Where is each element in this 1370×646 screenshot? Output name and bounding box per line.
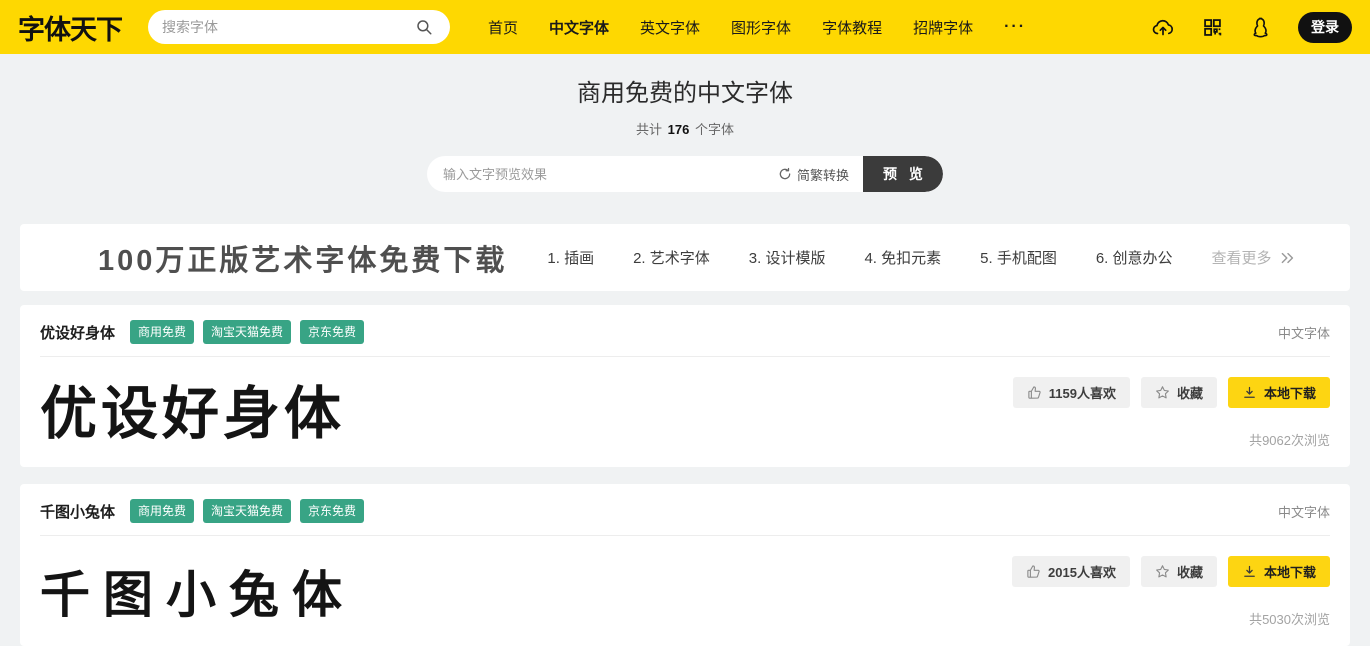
text-preview-bar: 简繁转换 预 览: [427, 156, 943, 192]
font-card-body: 优设好身体 1159人喜欢 收: [40, 357, 1330, 449]
action-buttons: 2015人喜欢 收藏 本地下载: [1012, 556, 1330, 587]
font-count: 176: [666, 122, 692, 137]
nav-item-signboard-fonts[interactable]: 招牌字体: [913, 17, 973, 38]
hero-section: 商用免费的中文字体 共计 176 个字体 简繁转换 预 览: [0, 54, 1370, 224]
see-more-label: 查看更多: [1212, 247, 1272, 268]
view-count: 共9062次浏览: [1249, 430, 1330, 449]
favorite-label: 收藏: [1177, 383, 1203, 402]
nav-more-ellipsis-icon[interactable]: ···: [1004, 18, 1026, 36]
tag-taobao-tmall-free: 淘宝天猫免费: [203, 320, 291, 344]
license-tags: 商用免费 淘宝天猫免费 京东免费: [130, 320, 364, 344]
cloud-upload-icon[interactable]: [1151, 15, 1175, 39]
count-suffix: 个字体: [695, 122, 734, 137]
banner-link-design-templates[interactable]: 3. 设计模版: [749, 247, 826, 268]
qr-code-icon[interactable]: [1200, 15, 1224, 39]
main-nav: 首页 中文字体 英文字体 图形字体 字体教程 招牌字体 ···: [488, 17, 1026, 38]
font-name[interactable]: 千图小兔体: [40, 501, 115, 522]
banner-link-art-fonts[interactable]: 2. 艺术字体: [633, 247, 710, 268]
font-category-link[interactable]: 中文字体: [1278, 323, 1330, 342]
font-card-body: 千图小兔体 2015人喜欢 收: [40, 536, 1330, 628]
like-button[interactable]: 2015人喜欢: [1012, 556, 1130, 587]
font-name[interactable]: 优设好身体: [40, 322, 115, 343]
nav-item-graphic-fonts[interactable]: 图形字体: [731, 17, 791, 38]
promo-banner: 100万正版艺术字体免费下载 1. 插画 2. 艺术字体 3. 设计模版 4. …: [20, 224, 1350, 291]
page-title: 商用免费的中文字体: [0, 73, 1370, 108]
simplified-traditional-toggle[interactable]: 简繁转换: [778, 165, 863, 184]
banner-link-mobile-images[interactable]: 5. 手机配图: [980, 247, 1057, 268]
favorite-label: 收藏: [1177, 562, 1203, 581]
see-more-link[interactable]: 查看更多: [1212, 247, 1296, 268]
star-icon: [1155, 564, 1170, 579]
font-card: 优设好身体 商用免费 淘宝天猫免费 京东免费 中文字体 优设好身体 1159人喜…: [20, 305, 1350, 467]
like-button[interactable]: 1159人喜欢: [1013, 377, 1130, 408]
tag-commercial-free: 商用免费: [130, 499, 194, 523]
qq-icon[interactable]: [1249, 15, 1273, 39]
preview-text-input[interactable]: [427, 167, 778, 182]
font-search-box[interactable]: [148, 10, 450, 44]
download-label: 本地下载: [1264, 383, 1316, 402]
site-logo[interactable]: 字体天下: [18, 8, 122, 47]
like-count-label: 2015人喜欢: [1048, 562, 1116, 581]
license-tags: 商用免费 淘宝天猫免费 京东免费: [130, 499, 364, 523]
action-buttons: 1159人喜欢 收藏 本地下载: [1013, 377, 1330, 408]
banner-link-cutout-elements[interactable]: 4. 免扣元素: [864, 247, 941, 268]
search-input[interactable]: [162, 19, 412, 35]
thumb-up-icon: [1027, 385, 1042, 400]
favorite-button[interactable]: 收藏: [1141, 377, 1217, 408]
font-preview-text[interactable]: 千图小兔体: [40, 568, 355, 623]
banner-title[interactable]: 100万正版艺术字体免费下载: [98, 237, 507, 279]
nav-item-english-fonts[interactable]: 英文字体: [640, 17, 700, 38]
tag-commercial-free: 商用免费: [130, 320, 194, 344]
view-count: 共5030次浏览: [1249, 609, 1330, 628]
header-actions: 登录: [1151, 12, 1352, 43]
banner-link-creative-office[interactable]: 6. 创意办公: [1096, 247, 1173, 268]
font-card-header: 千图小兔体 商用免费 淘宝天猫免费 京东免费 中文字体: [40, 499, 1330, 523]
download-icon: [1242, 385, 1257, 400]
font-category-link[interactable]: 中文字体: [1278, 502, 1330, 521]
banner-link-illustration[interactable]: 1. 插画: [547, 247, 594, 268]
login-button[interactable]: 登录: [1298, 12, 1352, 43]
font-preview-text[interactable]: 优设好身体: [40, 383, 345, 446]
font-card: 千图小兔体 商用免费 淘宝天猫免费 京东免费 中文字体 千图小兔体 2015人喜…: [20, 484, 1350, 646]
font-count-line: 共计 176 个字体: [0, 119, 1370, 138]
like-count-label: 1159人喜欢: [1049, 383, 1116, 402]
local-download-button[interactable]: 本地下载: [1228, 556, 1330, 587]
font-card-header: 优设好身体 商用免费 淘宝天猫免费 京东免费 中文字体: [40, 320, 1330, 344]
thumb-up-icon: [1026, 564, 1041, 579]
search-icon[interactable]: [412, 15, 436, 39]
nav-item-home[interactable]: 首页: [488, 17, 518, 38]
local-download-button[interactable]: 本地下载: [1228, 377, 1330, 408]
font-card-actions: 2015人喜欢 收藏 本地下载: [1012, 556, 1330, 628]
count-prefix: 共计: [636, 122, 662, 137]
preview-button[interactable]: 预 览: [863, 156, 943, 192]
top-header: 字体天下 首页 中文字体 英文字体 图形字体 字体教程 招牌字体 ···: [0, 0, 1370, 54]
nav-item-tutorials[interactable]: 字体教程: [822, 17, 882, 38]
banner-links: 1. 插画 2. 艺术字体 3. 设计模版 4. 免扣元素 5. 手机配图 6.…: [547, 247, 1295, 268]
nav-item-chinese-fonts[interactable]: 中文字体: [549, 17, 609, 38]
tag-jd-free: 京东免费: [300, 320, 364, 344]
star-icon: [1155, 385, 1170, 400]
tag-taobao-tmall-free: 淘宝天猫免费: [203, 499, 291, 523]
download-label: 本地下载: [1264, 562, 1316, 581]
convert-refresh-icon: [778, 167, 792, 181]
download-icon: [1242, 564, 1257, 579]
font-card-actions: 1159人喜欢 收藏 本地下载: [1013, 377, 1330, 449]
convert-label: 简繁转换: [797, 165, 849, 184]
tag-jd-free: 京东免费: [300, 499, 364, 523]
double-chevron-right-icon: [1280, 252, 1296, 264]
favorite-button[interactable]: 收藏: [1141, 556, 1217, 587]
